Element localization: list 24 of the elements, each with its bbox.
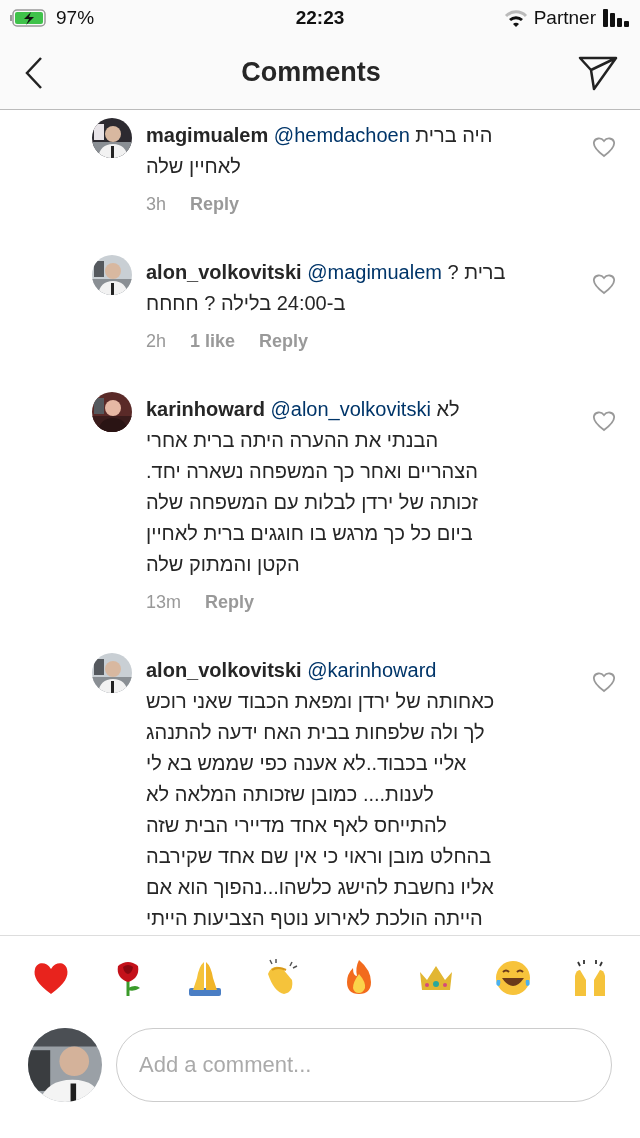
wifi-icon [503, 9, 528, 27]
back-icon[interactable] [24, 55, 44, 90]
like-icon[interactable] [592, 136, 616, 158]
mention-link[interactable]: @karinhoward [307, 659, 437, 681]
mention-link[interactable]: @alon_volkovitski [270, 398, 431, 420]
clock-time: 22:23 [295, 7, 345, 29]
username-link[interactable]: magimualem [146, 124, 269, 146]
comment-input[interactable]: Add a comment... [116, 1028, 612, 1102]
username-link[interactable]: alon_volkovitski [146, 261, 302, 283]
comment-time: 3h [146, 194, 167, 215]
mention-link[interactable]: @magimualem [307, 261, 442, 283]
comment-time: 13m [146, 592, 181, 613]
carrier-name: Partner [533, 7, 596, 29]
page-title: Comments [241, 57, 381, 88]
comment-time: 2h [146, 331, 167, 352]
username-link[interactable]: alon_volkovitski [146, 659, 302, 681]
signal-icon [602, 8, 630, 28]
like-icon[interactable] [592, 273, 616, 295]
like-icon[interactable] [592, 671, 616, 693]
send-icon[interactable] [578, 54, 618, 91]
mention-link[interactable]: @hemdachoen [273, 124, 410, 146]
battery-percent: 97% [56, 7, 95, 29]
like-icon[interactable] [592, 410, 616, 432]
username-link[interactable]: karinhoward [146, 398, 265, 420]
